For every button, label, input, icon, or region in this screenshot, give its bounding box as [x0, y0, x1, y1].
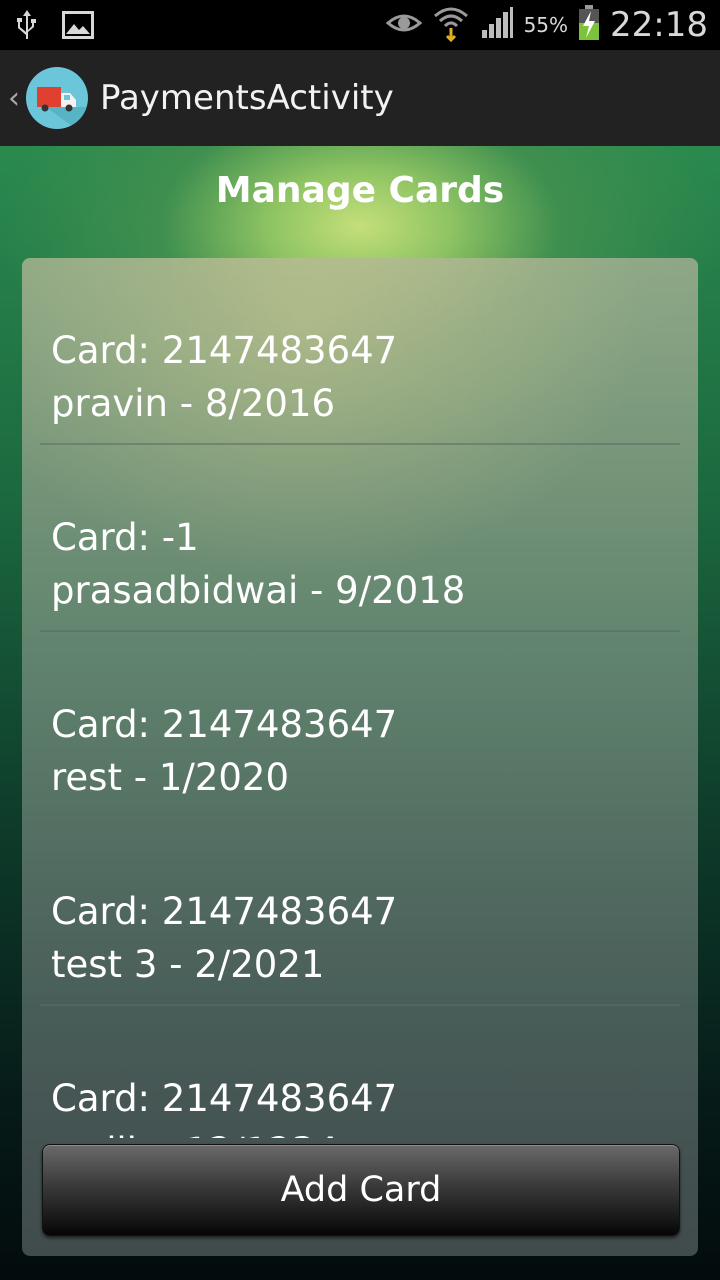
card-number: Card: 2147483647 [51, 329, 398, 372]
card-number: Card: 2147483647 [51, 1077, 398, 1120]
card-number: Card: -1 [51, 516, 199, 559]
wifi-icon [432, 4, 470, 47]
up-navigation-icon[interactable]: ‹ [8, 81, 24, 116]
card-list[interactable]: Card: 2147483647 pravin - 8/2016 Card: -… [22, 258, 698, 1138]
list-item[interactable]: Card: 2147483647 pravin - 8/2016 [22, 258, 698, 445]
action-bar: ‹ PaymentsActivity [0, 50, 720, 146]
card-number: Card: 2147483647 [51, 703, 398, 746]
battery-charging-icon [578, 4, 600, 46]
cards-panel: Card: 2147483647 pravin - 8/2016 Card: -… [22, 258, 698, 1256]
card-number: Card: 2147483647 [51, 890, 398, 933]
image-icon [62, 11, 94, 44]
battery-percent: 55% [523, 13, 569, 37]
card-holder-expiry: pravin - 8/2016 [51, 382, 336, 425]
list-item[interactable]: Card: -1 prasadbidwai - 9/2018 [22, 445, 698, 632]
card-holder-expiry: rest - 1/2020 [51, 756, 289, 799]
signal-icon [480, 6, 514, 45]
page-title: Manage Cards [215, 170, 505, 211]
eye-icon [385, 11, 422, 40]
list-item[interactable]: Card: 2147483647 sadik - 12/1234 [22, 1006, 698, 1138]
status-bar-notifications [14, 8, 94, 47]
delivery-truck-icon[interactable] [26, 67, 88, 129]
card-holder-expiry: prasadbidwai - 9/2018 [51, 569, 466, 612]
list-item[interactable]: Card: 2147483647 rest - 1/2020 [22, 632, 698, 819]
add-card-button[interactable]: Add Card [42, 1144, 680, 1236]
status-bar: 55% 22:18 [0, 0, 720, 50]
card-holder-expiry: sadik - 12/1234 [51, 1125, 698, 1138]
status-bar-system: 55% 22:18 [385, 0, 708, 50]
content-area: Manage Cards Card: 2147483647 pravin - 8… [0, 146, 720, 1280]
activity-title: PaymentsActivity [100, 78, 394, 118]
card-holder-expiry: test 3 - 2/2021 [51, 943, 325, 986]
clock: 22:18 [610, 5, 708, 45]
usb-icon [14, 8, 40, 47]
list-item[interactable]: Card: 2147483647 test 3 - 2/2021 [22, 819, 698, 1006]
